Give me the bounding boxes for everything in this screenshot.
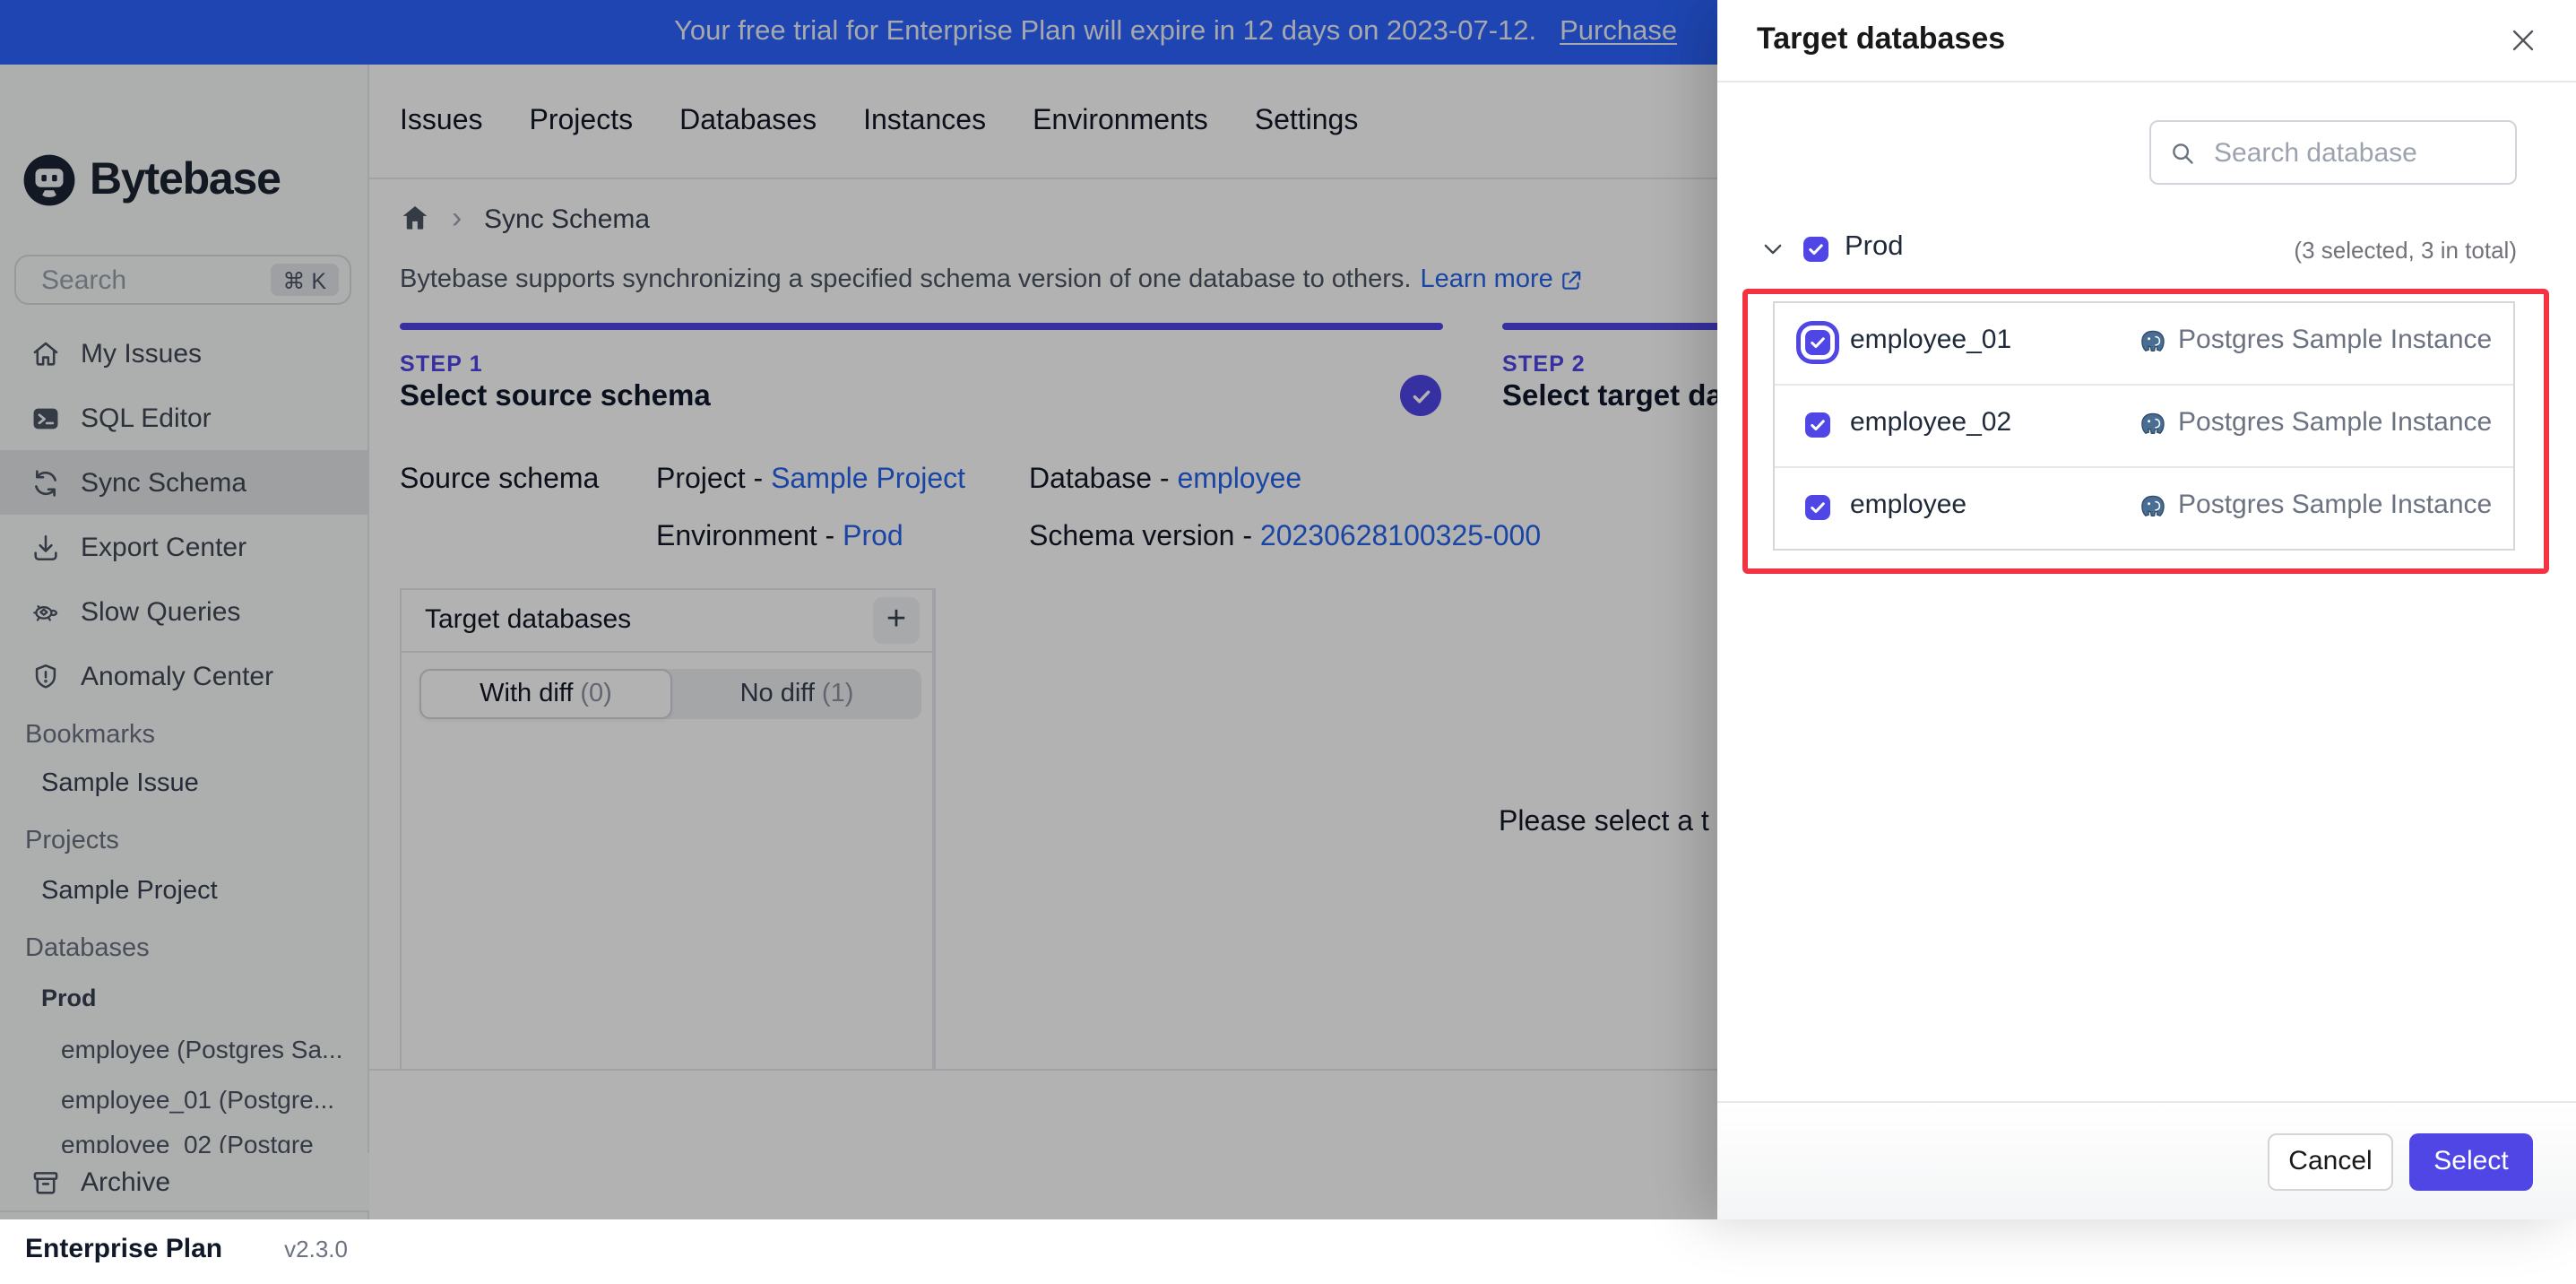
database-row-employee-01[interactable]: employee_01 Postgres Sample Instance (1775, 303, 2513, 386)
plan-label[interactable]: Enterprise Plan (25, 1233, 222, 1263)
postgres-icon (2141, 330, 2165, 352)
instance-name: Postgres Sample Instance (2178, 325, 2493, 355)
chevron-down-icon[interactable] (1760, 237, 1785, 262)
employee-01-checkbox[interactable] (1805, 330, 1830, 355)
modal-search-box[interactable] (2149, 120, 2517, 185)
modal-footer: Cancel Select (1717, 1101, 2576, 1219)
version-label: v2.3.0 (284, 1235, 348, 1262)
check-icon (1811, 337, 1825, 349)
modal-header: Target databases (1717, 0, 2576, 82)
check-icon (1811, 502, 1825, 514)
close-icon[interactable] (2508, 25, 2538, 56)
prod-group-row: Prod (3 selected, 3 in total) (1717, 222, 2576, 276)
check-icon (1811, 420, 1825, 431)
modal-title: Target databases (1757, 22, 2006, 56)
postgres-icon (2141, 495, 2165, 517)
database-list: employee_01 Postgres Sample Instance emp… (1773, 301, 2515, 551)
database-name: employee_01 (1850, 325, 2012, 355)
database-row-employee-02[interactable]: employee_02 Postgres Sample Instance (1775, 386, 2513, 468)
prod-group-label: Prod (1845, 231, 1904, 262)
sidebar-footer: Enterprise Plan v2.3.0 (0, 1210, 369, 1284)
database-name: employee_02 (1850, 407, 2012, 438)
employee-02-checkbox[interactable] (1805, 412, 1830, 438)
instance-name: Postgres Sample Instance (2178, 490, 2493, 520)
selection-count: (3 selected, 3 in total) (2294, 237, 2517, 264)
database-row-employee[interactable]: employee Postgres Sample Instance (1775, 468, 2513, 549)
postgres-icon (2141, 412, 2165, 435)
target-databases-modal: Target databases Prod (3 selected, 3 i (1717, 0, 2576, 1219)
check-icon (1809, 244, 1823, 256)
search-icon (2173, 143, 2193, 163)
bytebase-app: Your free trial for Enterprise Plan will… (0, 0, 2576, 1263)
employee-checkbox[interactable] (1805, 495, 1830, 520)
instance-name: Postgres Sample Instance (2178, 407, 2493, 438)
select-button[interactable]: Select (2409, 1132, 2533, 1190)
search-database-input[interactable] (2210, 135, 2497, 169)
prod-group-checkbox[interactable] (1803, 237, 1828, 262)
cancel-button[interactable]: Cancel (2268, 1132, 2393, 1190)
database-name: employee (1850, 490, 1967, 520)
